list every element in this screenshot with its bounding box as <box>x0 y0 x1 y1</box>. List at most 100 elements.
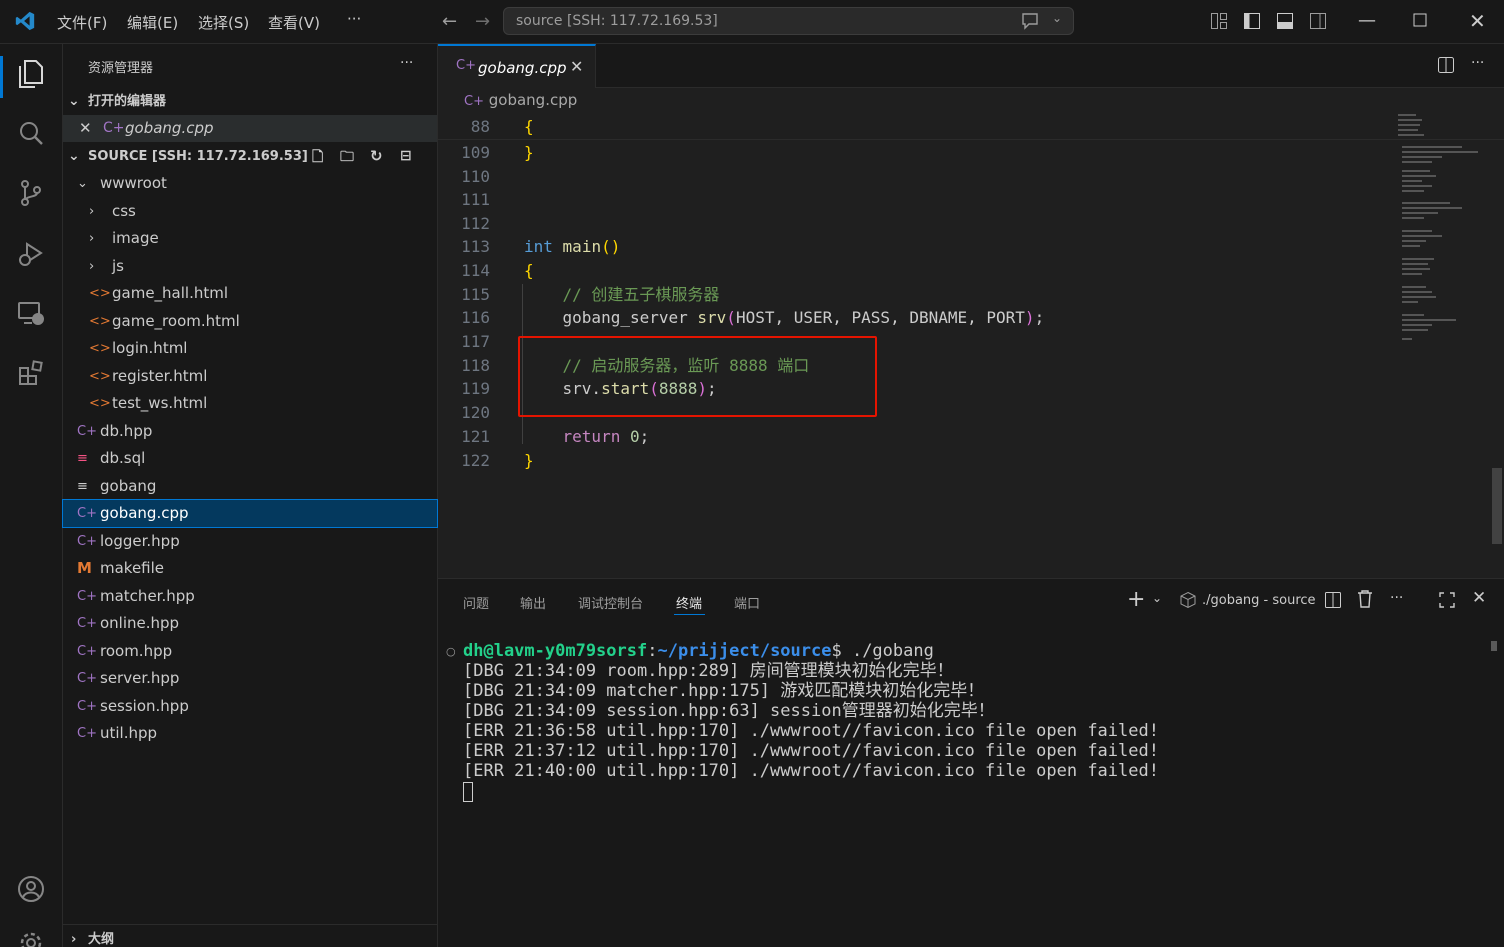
explorer-sidebar: 资源管理器 ··· ⌄ 打开的编辑器 ✕ C+ gobang.cpp ⌄ SOU… <box>62 44 438 947</box>
new-folder-icon[interactable]: 🗀 <box>340 144 354 171</box>
divider <box>63 924 437 925</box>
line-number: 119 <box>461 379 490 398</box>
new-terminal-icon[interactable]: + <box>1127 587 1145 612</box>
account-icon[interactable] <box>16 874 48 906</box>
tab-gobang-cpp[interactable]: C+ gobang.cpp ✕ <box>438 44 596 88</box>
tree-item[interactable]: C+ session.hpp <box>63 693 437 720</box>
tree-item[interactable]: › css <box>63 198 437 225</box>
prompt-line: dh@lavm-y0m79sorsf:~/prijject/source$ ./… <box>463 641 934 661</box>
terminal-cube-icon <box>1179 591 1197 609</box>
code-editor[interactable]: C+ gobang.cpp 88 {109} 110 111 112 113 int mai… <box>438 88 1504 578</box>
tree-item[interactable]: C+ server.hpp <box>63 665 437 692</box>
editor-more-icon[interactable]: ··· <box>1471 55 1484 71</box>
menu-more[interactable]: ··· <box>347 10 361 28</box>
tree-item[interactable]: Mmakefile <box>63 555 437 582</box>
tab-debug-console[interactable]: 调试控制台 <box>578 593 643 612</box>
trash-icon[interactable] <box>1356 589 1374 609</box>
tree-item[interactable]: ≡ gobang <box>63 473 437 500</box>
html-file-icon: <> <box>89 313 111 329</box>
terminal-name[interactable]: ./gobang - source <box>1202 593 1316 608</box>
tree-item[interactable]: <> login.html <box>63 335 437 362</box>
menu-edit[interactable]: 编辑(E) <box>127 12 178 33</box>
terminal[interactable]: ○ dh@lavm-y0m79sorsf:~/prijject/source$ … <box>438 640 1504 940</box>
tree-item-label: test_ws.html <box>112 394 208 412</box>
tree-item[interactable]: C+ db.hpp <box>63 418 437 445</box>
toggle-sidebar-icon[interactable] <box>1243 12 1261 30</box>
code-token: } <box>524 143 534 162</box>
close-editor-icon[interactable]: ✕ <box>79 115 92 142</box>
refresh-icon[interactable]: ↻ <box>370 143 383 170</box>
chevron-down-icon[interactable]: ⌄ <box>1152 591 1162 605</box>
forward-arrow-icon[interactable]: → <box>475 11 490 32</box>
customize-layout-icon[interactable] <box>1210 12 1228 30</box>
explorer-icon[interactable] <box>16 58 48 90</box>
split-terminal-icon[interactable] <box>1324 591 1342 609</box>
tab-output[interactable]: 输出 <box>520 593 546 612</box>
remote-explorer-icon[interactable] <box>16 299 48 331</box>
tree-item[interactable]: C+ room.hpp <box>63 638 437 665</box>
maximize-icon[interactable] <box>1413 13 1427 27</box>
maximize-panel-icon[interactable] <box>1438 591 1456 609</box>
tree-item[interactable]: › js <box>63 253 437 280</box>
text-file-icon: ≡ <box>77 478 88 494</box>
chevron-down-icon[interactable]: ⌄ <box>1052 11 1062 25</box>
tree-item[interactable]: ≡ db.sql <box>63 445 437 472</box>
tree-item[interactable]: <> test_ws.html <box>63 390 437 417</box>
breadcrumb[interactable]: C+ gobang.cpp <box>464 91 577 109</box>
source-control-icon[interactable] <box>16 178 48 210</box>
panel-more-icon[interactable]: ··· <box>1390 590 1403 606</box>
search-icon[interactable] <box>16 118 48 150</box>
extensions-icon[interactable] <box>16 358 48 390</box>
toggle-secondary-sidebar-icon[interactable] <box>1309 12 1327 30</box>
tree-item-label: makefile <box>100 559 165 577</box>
outline-header[interactable]: › 大纲 <box>63 926 437 947</box>
menu-view[interactable]: 查看(V) <box>268 12 320 33</box>
close-panel-icon[interactable]: ✕ <box>1472 588 1486 608</box>
terminal-output-line: [ERR 21:37:12 util.hpp:170] ./wwwroot//f… <box>463 741 1159 761</box>
terminal-scrollbar[interactable] <box>1491 641 1497 651</box>
close-window-icon[interactable]: ✕ <box>1469 9 1486 33</box>
line-number: 121 <box>461 427 490 446</box>
minimap[interactable] <box>1396 110 1492 360</box>
tree-item[interactable]: › image <box>63 225 437 252</box>
command-center-text: source [SSH: 117.72.169.53] <box>516 13 718 29</box>
open-editors-header[interactable]: ⌄ 打开的编辑器 <box>63 88 437 115</box>
code-token: { <box>524 117 534 136</box>
open-editor-item[interactable]: ✕ C+ gobang.cpp <box>63 115 437 142</box>
tree-item[interactable]: C+ gobang.cpp <box>62 499 438 528</box>
split-editor-icon[interactable] <box>1437 56 1455 74</box>
tree-item[interactable]: <> game_room.html <box>63 308 437 335</box>
tree-item[interactable]: C+ matcher.hpp <box>63 583 437 610</box>
tree-item-label: gobang.cpp <box>100 504 189 522</box>
settings-gear-icon[interactable] <box>16 928 48 947</box>
collapse-all-icon[interactable]: ⊟ <box>400 143 412 170</box>
terminal-status-dot-icon: ○ <box>446 645 456 658</box>
minimize-icon[interactable]: — <box>1358 10 1376 31</box>
line-number: 112 <box>461 214 490 233</box>
menu-file[interactable]: 文件(F) <box>57 12 107 33</box>
tab-ports[interactable]: 端口 <box>734 593 760 612</box>
tab-problems[interactable]: 问题 <box>463 593 489 612</box>
menu-select[interactable]: 选择(S) <box>198 12 249 33</box>
tree-item[interactable]: C+ logger.hpp <box>63 528 437 555</box>
cpp-file-icon: C+ <box>464 94 484 109</box>
back-arrow-icon[interactable]: ← <box>442 11 457 32</box>
editor-scrollbar[interactable] <box>1492 468 1502 544</box>
tree-item[interactable]: C+ online.hpp <box>63 610 437 637</box>
tree-item[interactable]: ⌄ wwwroot <box>63 170 437 197</box>
close-tab-icon[interactable]: ✕ <box>570 57 583 76</box>
tree-item[interactable]: <> register.html <box>63 363 437 390</box>
command-center[interactable]: source [SSH: 117.72.169.53] ⌄ <box>503 7 1074 35</box>
toggle-panel-icon[interactable] <box>1276 12 1294 30</box>
run-debug-icon[interactable] <box>16 239 48 271</box>
copilot-chat-icon[interactable] <box>1020 12 1040 30</box>
new-file-icon[interactable]: 🗋 <box>312 144 323 171</box>
folder-header[interactable]: ⌄ SOURCE [SSH: 117.72.169.53] 🗋 🗀 ↻ ⊟ <box>63 143 437 170</box>
explorer-more-icon[interactable]: ··· <box>400 55 413 71</box>
tree-item-label: room.hpp <box>100 641 173 660</box>
tree-item[interactable]: C+ util.hpp <box>63 720 437 747</box>
code-token: ; <box>639 427 650 446</box>
tree-item[interactable]: <> game_hall.html <box>63 280 437 307</box>
folder-label: SOURCE [SSH: 117.72.169.53] <box>88 149 308 164</box>
tab-terminal[interactable]: 终端 <box>676 593 702 612</box>
